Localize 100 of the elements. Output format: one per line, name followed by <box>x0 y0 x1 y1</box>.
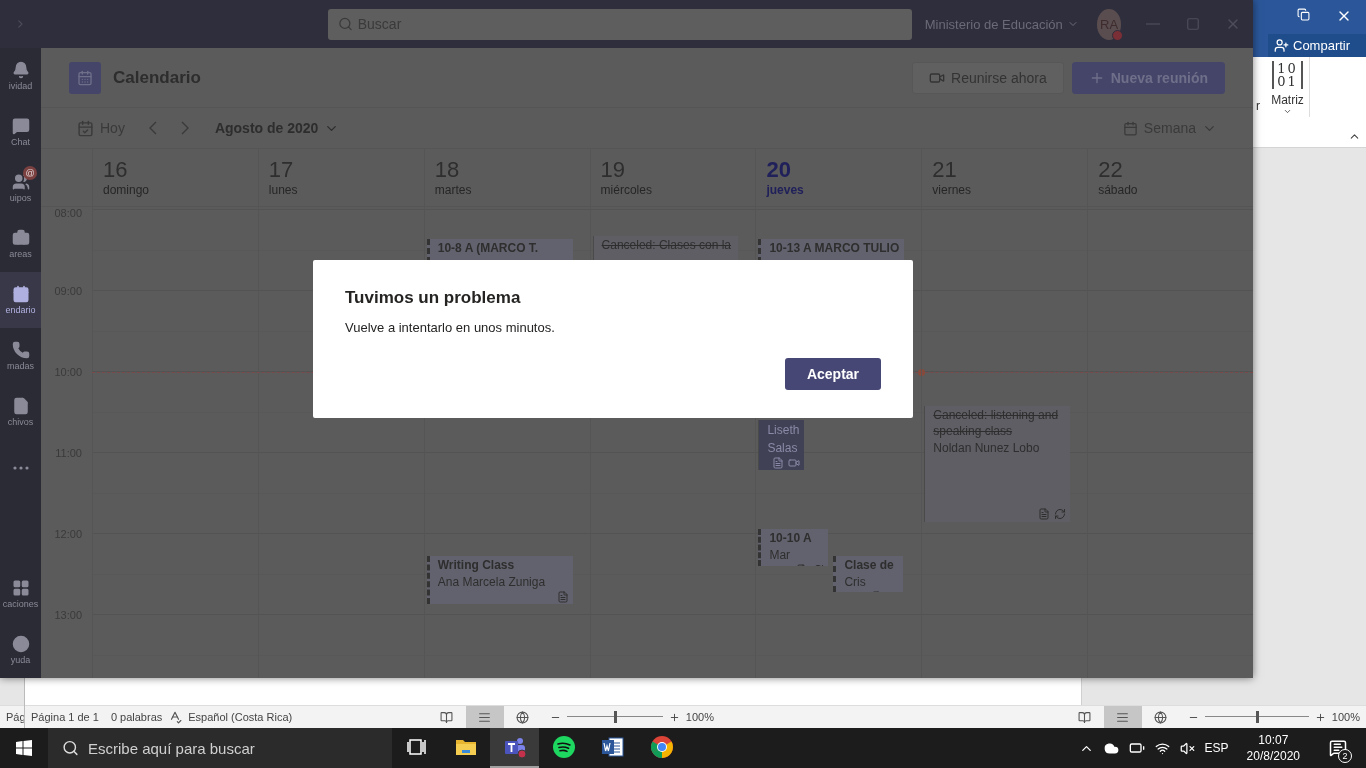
notifications-button[interactable]: 2 <box>1318 728 1358 768</box>
chevron-right-icon <box>180 121 189 135</box>
org-switcher[interactable]: Ministerio de Educación <box>922 16 1081 32</box>
battery-icon[interactable] <box>1128 740 1145 756</box>
zoom-in-icon[interactable] <box>1314 711 1326 723</box>
rail-item[interactable]: ividad <box>0 48 41 104</box>
zoom-thumb[interactable] <box>1255 711 1259 723</box>
ribbon-label: r <box>1256 99 1260 113</box>
calendar-event[interactable]: 10-10 A Mar <box>758 529 829 566</box>
globe-icon <box>516 710 530 724</box>
rail-item[interactable]: areas <box>0 216 41 272</box>
wifi-icon[interactable] <box>1154 740 1170 756</box>
day-header[interactable]: 20 jueves <box>755 149 922 206</box>
event-title: Clase de <box>844 557 895 573</box>
chrome-icon[interactable] <box>649 735 674 759</box>
caret-icon <box>1283 107 1292 116</box>
bell-icon <box>11 61 30 79</box>
file-icon <box>11 397 30 415</box>
dialog-message: Vuelve a intentarlo en unos minutos. <box>345 320 556 335</box>
apps-icon <box>11 579 30 597</box>
rail-item[interactable]: yuda <box>0 622 41 678</box>
repeat-icon <box>1054 508 1067 520</box>
rail-item[interactable]: chivos <box>0 384 41 440</box>
notes-icon <box>556 591 569 603</box>
language: Español (Costa Rica) <box>187 711 294 723</box>
phone-icon <box>11 341 30 359</box>
rail-item[interactable]: endario <box>0 272 41 328</box>
calendar-tile-icon <box>69 61 101 94</box>
rail-item[interactable]: Chat <box>0 104 41 160</box>
calendar-event[interactable]: Liseth Salas <box>758 420 805 470</box>
notification-count: 2 <box>1338 749 1352 763</box>
video-camera-icon <box>788 457 801 469</box>
teams-app-icon[interactable] <box>502 736 527 758</box>
zoom-thumb[interactable] <box>613 711 617 723</box>
rail-label: caciones <box>2 599 39 609</box>
globe-icon <box>1154 710 1168 724</box>
search-icon <box>337 16 353 32</box>
rail-label: uipos <box>9 193 32 203</box>
cloud-icon[interactable] <box>1103 740 1119 756</box>
page-icon <box>478 710 492 724</box>
spotify-icon[interactable] <box>551 735 576 759</box>
mention-badge: @ <box>23 166 37 180</box>
help-icon <box>11 635 30 653</box>
notes-icon <box>772 457 785 469</box>
view-button[interactable] <box>465 706 504 728</box>
zoom-in-icon[interactable] <box>668 711 680 723</box>
matrix-label: Matriz <box>1271 93 1304 107</box>
word-app-icon[interactable] <box>600 736 625 758</box>
dialog-title: Tuvimos un problema <box>345 288 522 308</box>
rail-item[interactable]: caciones <box>0 566 41 622</box>
event-title: 10-13 A MARCO TULIO <box>769 240 901 256</box>
calendar-icon <box>77 119 94 137</box>
calendar-icon <box>1122 120 1138 136</box>
day-number: 20 <box>766 157 792 183</box>
rail-label: endario <box>5 305 36 315</box>
windows-logo-icon <box>16 740 32 756</box>
zoom-percent: 100% <box>684 711 715 723</box>
restore-icon[interactable] <box>1297 8 1310 21</box>
notes-icon <box>1038 508 1051 520</box>
clock-time: 10:07 <box>1258 732 1289 748</box>
matrix-button[interactable]: 10 01 Matriz <box>1266 57 1310 117</box>
maximize-icon <box>1186 17 1201 31</box>
calendar-event[interactable]: Writing Class Ana Marcela Zuniga <box>426 556 573 604</box>
view-button[interactable] <box>1103 706 1142 728</box>
event-organizer: Mar <box>769 547 792 564</box>
rail-label: chivos <box>7 417 34 427</box>
page-count: Página 1 de 1 <box>30 711 100 723</box>
rail-label: ividad <box>8 81 33 91</box>
rail-label: yuda <box>10 655 31 665</box>
proofing-icon[interactable] <box>168 710 183 724</box>
weekday-label: jueves <box>766 183 805 197</box>
share-button[interactable]: Compartir <box>1268 34 1366 57</box>
event-organizer: Liseth Salas <box>767 422 801 457</box>
rail-label: areas <box>9 249 32 259</box>
task-view-icon[interactable] <box>406 738 427 756</box>
search-icon <box>62 739 79 757</box>
folder-icon[interactable] <box>454 738 477 756</box>
rail-item[interactable]: madas <box>0 328 41 384</box>
calendar-event[interactable]: Clase de Cris <box>833 556 904 592</box>
word-count: 0 palabras <box>109 711 164 723</box>
accept-button[interactable]: Aceptar <box>785 358 881 390</box>
zoom-percent: 100% <box>1330 711 1361 723</box>
chat-icon <box>11 117 30 135</box>
add-person-icon <box>1274 38 1289 53</box>
clock[interactable]: 10:07 20/8/2020 <box>1238 732 1308 764</box>
muted-speaker-icon[interactable] <box>1179 740 1195 756</box>
rail-label: Chat <box>11 137 30 147</box>
event-organizer: Cris <box>844 574 867 591</box>
rail-label: madas <box>7 361 34 371</box>
chevron-left-icon <box>148 121 157 135</box>
clock-date: 20/8/2020 <box>1246 748 1300 764</box>
current-time-dot <box>918 369 926 376</box>
more-icon <box>12 466 29 470</box>
event-organizer: Ana Marcela Zuniga <box>437 574 547 591</box>
event-title: 10-10 A <box>769 530 813 546</box>
event-title: Writing Class <box>437 557 516 573</box>
input-language[interactable]: ESP <box>1204 741 1229 755</box>
event-title: 10-8 A (MARCO T. <box>437 240 540 256</box>
taskbar-search[interactable]: Escribe aquí para buscar <box>48 728 392 768</box>
rail-item[interactable]: uipos @ <box>0 160 41 216</box>
